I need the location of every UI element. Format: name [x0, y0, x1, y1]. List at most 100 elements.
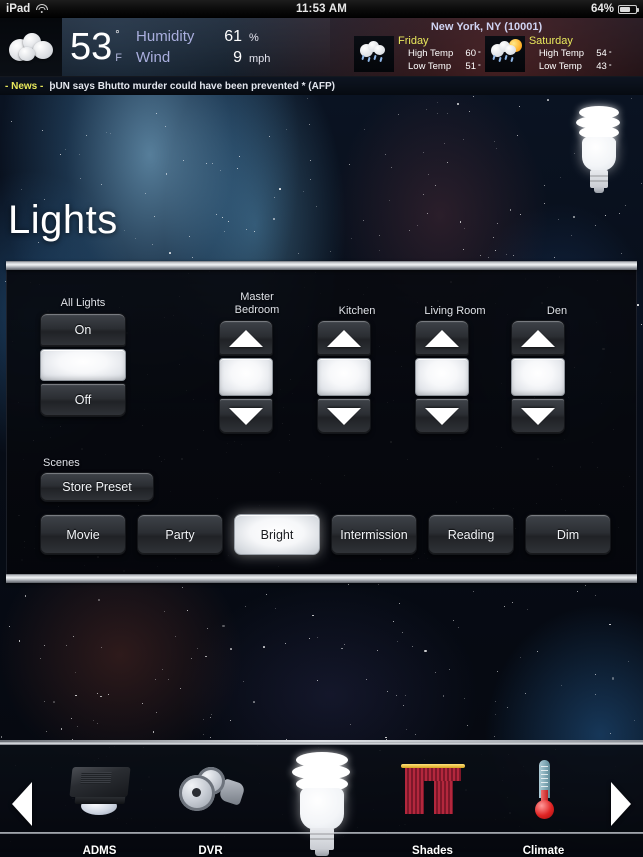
- forecast-day-name: Friday: [398, 35, 429, 47]
- scene-button-intermission[interactable]: Intermission: [331, 514, 417, 555]
- forecast-day-name: Saturday: [528, 35, 573, 47]
- battery-percent: 64%: [590, 3, 614, 15]
- av-receiver-icon: [44, 752, 155, 828]
- lights-control-panel: All Lights On Off Master Bedroom Kitchen: [6, 267, 637, 574]
- film-reel-icon: [155, 752, 266, 828]
- dock-label-adms: ADMS: [82, 845, 117, 857]
- humidity-value: 61: [224, 27, 243, 45]
- current-conditions: 53 ° F Humidity 61 % Wind 9 mph: [62, 18, 330, 76]
- dock-label-shades: Shades: [412, 845, 453, 857]
- dimmer-up-living-room[interactable]: [415, 320, 469, 356]
- triangle-down-icon: [521, 407, 555, 425]
- forecast-section: New York, NY (10001) Friday High Temp 60…: [330, 18, 643, 76]
- dimmer-down-kitchen[interactable]: [317, 398, 371, 434]
- ipad-app-screen: iPad 11:53 AM 64% 53 ° F Humidity 61 % W…: [0, 0, 643, 857]
- triangle-down-icon: [327, 407, 361, 425]
- location-label: New York, NY (10001): [430, 21, 543, 33]
- scenes-section-label: Scenes: [43, 457, 80, 469]
- status-bar-left: iPad: [0, 3, 160, 15]
- wifi-icon: [35, 3, 48, 15]
- forecast-low: Low Temp 43 °: [529, 61, 612, 74]
- forecast-low: Low Temp 51 °: [398, 61, 481, 74]
- sun-rain-cloud-icon: [484, 36, 525, 72]
- forecast-text: Friday High Temp 60 ° Low Temp 51 °: [398, 35, 481, 74]
- scene-button-party[interactable]: Party: [137, 514, 223, 555]
- degree-symbol: °: [608, 64, 612, 71]
- scene-button-bright[interactable]: Bright: [234, 514, 320, 555]
- dimmer-level-kitchen: [317, 358, 371, 396]
- battery-icon: [618, 4, 640, 14]
- high-temp-label: High Temp: [408, 48, 454, 59]
- arrow-left-icon[interactable]: [12, 782, 32, 826]
- temperature-unit: F: [115, 52, 123, 64]
- degree-symbol: °: [115, 29, 120, 41]
- dimmer-down-master-bedroom[interactable]: [219, 398, 273, 434]
- triangle-up-icon: [327, 329, 361, 347]
- forecast-high: High Temp 60 °: [398, 48, 481, 61]
- page-title: Lights: [8, 198, 118, 242]
- forecast-list: Friday High Temp 60 ° Low Temp 51 ° Satu…: [330, 35, 643, 74]
- thermometer-icon: [488, 752, 599, 828]
- wind-value: 9: [233, 48, 243, 66]
- humidity-row: Humidity 61 %: [136, 28, 270, 46]
- low-temp-label: Low Temp: [408, 61, 452, 72]
- current-temperature: 53: [70, 26, 113, 68]
- dimmer-label-line1: Master: [240, 291, 274, 303]
- all-lights-on-button[interactable]: On: [40, 313, 126, 347]
- news-headline: þUN says Bhutto murder could have been p…: [49, 80, 335, 92]
- dimmer-level-living-room: [415, 358, 469, 396]
- rain-cloud-icon: [354, 36, 394, 72]
- status-bar: iPad 11:53 AM 64%: [0, 0, 643, 18]
- dimmer-up-den[interactable]: [511, 320, 565, 356]
- weather-bar[interactable]: 53 ° F Humidity 61 % Wind 9 mph New York…: [0, 18, 643, 76]
- all-lights-indicator: [40, 349, 126, 381]
- dimmer-up-kitchen[interactable]: [317, 320, 371, 356]
- arrow-right-icon[interactable]: [611, 782, 631, 826]
- forecast-high: High Temp 54 °: [529, 48, 612, 61]
- degree-symbol: °: [478, 64, 481, 71]
- conditions-rows: Humidity 61 % Wind 9 mph: [136, 28, 270, 67]
- all-lights-label: All Lights: [60, 297, 106, 309]
- dimmer-label-kitchen: Kitchen: [338, 305, 376, 317]
- scene-button-reading[interactable]: Reading: [428, 514, 514, 555]
- dimmer-down-living-room[interactable]: [415, 398, 469, 434]
- scene-button-movie[interactable]: Movie: [40, 514, 126, 555]
- degree-symbol: °: [478, 51, 481, 58]
- all-lights-off-button[interactable]: Off: [40, 383, 126, 417]
- triangle-down-icon: [425, 407, 459, 425]
- forecast-day: Saturday High Temp 54 ° Low Temp 43 °: [484, 35, 612, 74]
- low-temp-value: 43: [596, 61, 607, 72]
- curtains-icon: [377, 752, 488, 828]
- humidity-unit: %: [249, 31, 259, 44]
- dock-item-shades[interactable]: Shades: [377, 746, 488, 857]
- triangle-down-icon: [229, 407, 263, 425]
- panel-bottom-rail: [6, 574, 637, 583]
- temperature-units: ° F: [115, 27, 122, 67]
- dock-top-strip: [0, 742, 643, 745]
- dimmer-down-den[interactable]: [511, 398, 565, 434]
- triangle-up-icon: [425, 329, 459, 347]
- wind-unit: mph: [249, 52, 271, 65]
- dock-item-climate[interactable]: Climate: [488, 746, 599, 857]
- dimmer-level-master-bedroom: [219, 358, 273, 396]
- low-temp-label: Low Temp: [538, 61, 582, 72]
- dock-item-dvr[interactable]: DVR: [155, 746, 266, 857]
- dock-item-adms[interactable]: ADMS: [44, 746, 155, 857]
- high-temp-label: High Temp: [538, 48, 585, 59]
- dimmer-label-den: Den: [546, 305, 568, 317]
- dimmer-up-master-bedroom[interactable]: [219, 320, 273, 356]
- triangle-up-icon: [521, 329, 555, 347]
- degree-symbol: °: [608, 51, 612, 58]
- forecast-day: Friday High Temp 60 ° Low Temp 51 °: [354, 35, 481, 74]
- high-temp-value: 54: [596, 48, 607, 59]
- scene-button-dim[interactable]: Dim: [525, 514, 611, 555]
- news-ticker[interactable]: - News - þUN says Bhutto murder could ha…: [0, 76, 643, 95]
- news-tag: - News -: [5, 80, 44, 92]
- dock-selected-light-bulb-icon[interactable]: [290, 746, 354, 856]
- light-bulb-icon: [573, 98, 625, 193]
- store-preset-button[interactable]: Store Preset: [40, 472, 154, 502]
- device-name: iPad: [6, 3, 31, 15]
- forecast-text: Saturday High Temp 54 ° Low Temp 43 °: [529, 35, 612, 74]
- dimmer-label-living-room: Living Room: [424, 305, 486, 317]
- current-weather-icon: [0, 18, 62, 76]
